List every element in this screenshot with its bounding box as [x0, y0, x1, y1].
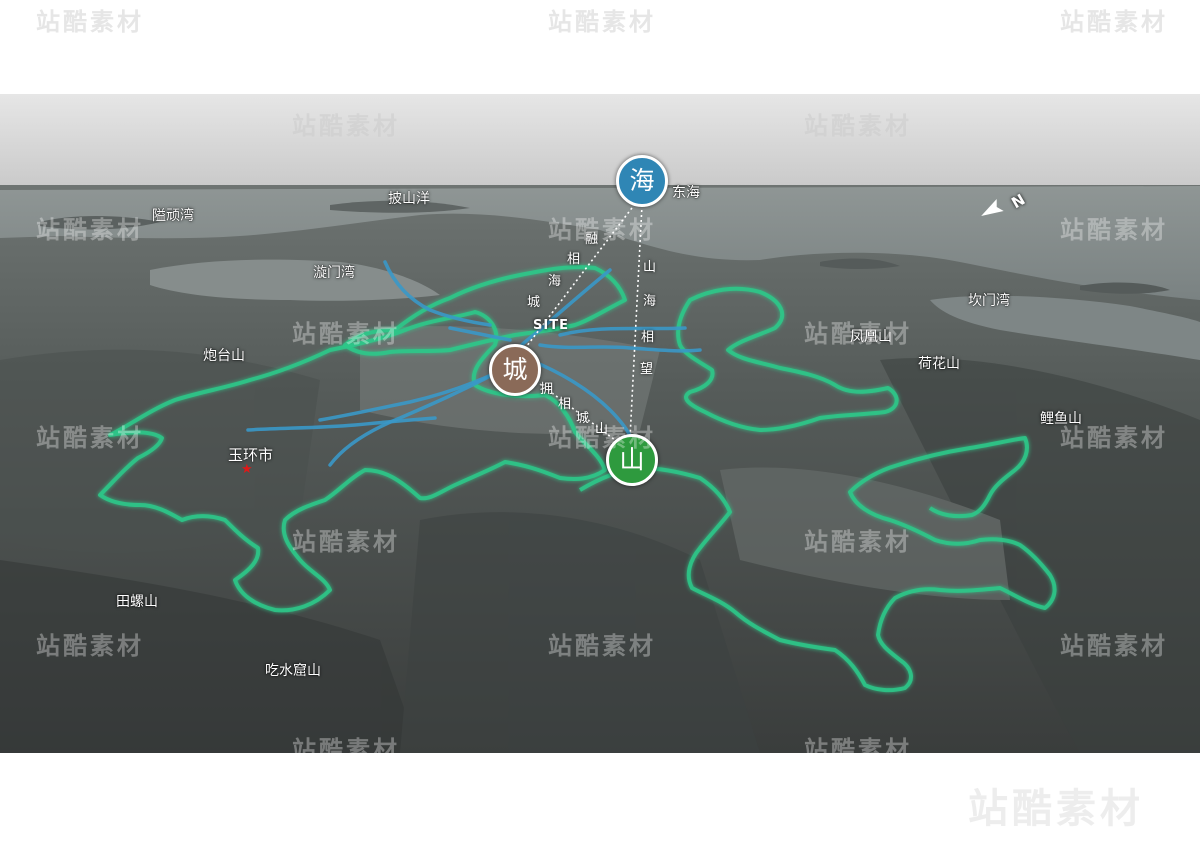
phrase-char: 望: [640, 362, 654, 377]
watermark: 站酷素材: [292, 528, 400, 556]
phrase-char: 海: [548, 274, 562, 289]
watermark: 站酷素材: [548, 424, 656, 452]
watermark: 站酷素材: [36, 216, 144, 244]
watermark: 站酷素材: [804, 528, 912, 556]
watermark: 站酷素材: [36, 424, 144, 452]
watermark: 站酷素材: [1060, 8, 1168, 36]
place-chishuiku-mountain: 吃水窟山: [265, 663, 321, 679]
watermark: 站酷素材: [36, 8, 144, 36]
phrase-char: 山: [643, 260, 657, 275]
watermark: 站酷素材: [1060, 632, 1168, 660]
watermark: 站酷素材: [292, 320, 400, 348]
place-east-sea: 东海: [672, 185, 700, 201]
watermark: 站酷素材: [548, 8, 656, 36]
phrase-char: 海: [643, 294, 657, 309]
watermark: 站酷素材: [804, 736, 912, 764]
place-pishan-ocean: 披山洋: [388, 191, 430, 207]
watermark: 站酷素材: [968, 786, 1144, 832]
place-paotai-mountain: 炮台山: [203, 348, 245, 364]
watermark: 站酷素材: [548, 632, 656, 660]
site-label: SITE: [533, 318, 569, 333]
watermark: 站酷素材: [548, 216, 656, 244]
place-tianluo-mountain: 田螺山: [116, 594, 158, 610]
phrase-char: 相: [641, 330, 655, 345]
sea-badge: 海: [616, 155, 668, 207]
phrase-char: 城: [527, 295, 541, 310]
watermark: 站酷素材: [804, 112, 912, 140]
city-marker-star: ★: [241, 462, 253, 477]
place-hehua-mountain: 荷花山: [918, 356, 960, 372]
watermark: 站酷素材: [36, 632, 144, 660]
place-kanmen-bay: 坎门湾: [968, 293, 1010, 309]
map-canvas: 隘顽湾 披山洋 东海 漩门湾 坎门湾 炮台山 凤凰山 荷花山 鲤鱼山 玉环市 ★…: [0, 0, 1200, 848]
watermark: 站酷素材: [1060, 216, 1168, 244]
place-xuanmen-bay: 漩门湾: [313, 265, 355, 281]
place-yihan-bay: 隘顽湾: [152, 208, 194, 224]
phrase-char: 拥: [540, 382, 554, 397]
phrase-char: 相: [558, 397, 572, 412]
watermark: 站酷素材: [1060, 424, 1168, 452]
sky-band: [0, 94, 1200, 190]
city-badge: 城: [489, 344, 541, 396]
watermark: 站酷素材: [804, 320, 912, 348]
watermark: 站酷素材: [292, 112, 400, 140]
watermark: 站酷素材: [292, 736, 400, 764]
phrase-char: 相: [567, 252, 581, 267]
